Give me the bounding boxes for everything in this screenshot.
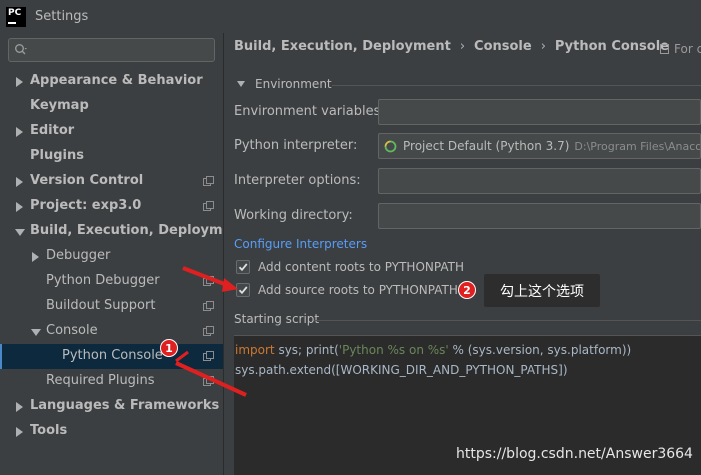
breadcrumb: Build, Execution, Deployment › Console › Pyt…: [234, 39, 669, 54]
section-divider: [332, 85, 701, 86]
sidebar-item-build-execution-deployment[interactable]: Build, Execution, Deployment: [0, 219, 247, 244]
checkmark-icon: [238, 286, 248, 295]
add-source-roots-row[interactable]: Add source roots to PYTHONPATH: [236, 281, 458, 299]
add-source-roots-label: Add source roots to PYTHONPATH: [258, 283, 458, 297]
breadcrumb-item: Build, Execution, Deployment: [234, 39, 451, 54]
sidebar-item-label: Project: exp3.0: [30, 198, 142, 213]
env-vars-label: Environment variables:: [234, 104, 385, 119]
breadcrumb-separator: ›: [459, 39, 466, 54]
expand-arrow-icon[interactable]: [16, 427, 23, 437]
add-content-roots-checkbox[interactable]: [236, 260, 250, 274]
sidebar-item-label: Version Control: [30, 173, 144, 188]
sidebar-item-tools[interactable]: Tools: [0, 419, 223, 444]
breadcrumb-item: Console: [474, 39, 532, 54]
for-current-project-label: For c: [660, 42, 701, 56]
environment-section-title: Environment: [255, 77, 332, 91]
sidebar-item-label: Console: [46, 323, 98, 338]
sidebar-item-python-console[interactable]: Python Console: [0, 344, 223, 369]
add-source-roots-checkbox[interactable]: [236, 283, 250, 297]
search-input[interactable]: [33, 41, 208, 59]
sidebar-item-version-control[interactable]: Version Control: [0, 169, 223, 194]
project-settings-icon: [203, 276, 214, 286]
sidebar-item-project[interactable]: Project: exp3.0: [0, 194, 223, 219]
interpreter-options-label: Interpreter options:: [234, 173, 361, 188]
sidebar-item-label: Python Debugger: [46, 273, 160, 288]
annotation-badge-2: 2: [458, 281, 476, 299]
configure-interpreters-link[interactable]: Configure Interpreters: [234, 237, 367, 251]
search-box[interactable]: [8, 38, 215, 62]
sidebar-item-label: Debugger: [46, 248, 111, 263]
interpreter-select[interactable]: Project Default (Python 3.7) D:\Program …: [378, 133, 701, 159]
script-line: sys.path.extend([WORKING_DIR_AND_PYTHON_…: [235, 363, 568, 377]
sidebar-item-label: Languages & Frameworks: [30, 398, 220, 413]
script-line: import sys; print('Python %s on %s' % (s…: [235, 343, 632, 357]
collapse-arrow-icon[interactable]: [237, 81, 245, 87]
project-settings-icon: [203, 201, 214, 211]
interpreter-label: Python interpreter:: [234, 138, 358, 153]
project-settings-icon: [203, 376, 214, 386]
breadcrumb-separator: ›: [540, 39, 546, 54]
sidebar-item-appearance-behavior[interactable]: Appearance & Behavior: [0, 69, 223, 94]
sidebar-item-label: Required Plugins: [46, 373, 155, 388]
sidebar-item-keymap[interactable]: Keymap: [0, 94, 223, 119]
breadcrumb-item: Python Console: [554, 39, 669, 54]
sidebar-item-languages-frameworks[interactable]: Languages & Frameworks: [0, 394, 223, 419]
project-settings-icon: [203, 326, 214, 336]
search-icon: [15, 44, 27, 55]
section-divider: [314, 320, 701, 321]
settings-content: Build, Execution, Deployment › Console › Pyt…: [224, 33, 701, 475]
sidebar-item-label: Tools: [30, 423, 68, 438]
sidebar-item-python-debugger[interactable]: Python Debugger: [0, 269, 223, 294]
interpreter-options-field[interactable]: [378, 168, 701, 194]
sidebar-item-label: Build, Execution, Deployment: [30, 223, 247, 238]
annotation-tooltip: 勾上这个选项: [484, 274, 600, 307]
sidebar-item-plugins[interactable]: Plugins: [0, 144, 223, 169]
expand-arrow-icon[interactable]: [16, 177, 23, 187]
checkmark-icon: [238, 263, 248, 272]
env-vars-field[interactable]: [378, 99, 701, 125]
expand-arrow-icon[interactable]: [16, 402, 23, 412]
sidebar-item-label: Editor: [30, 123, 75, 138]
expand-arrow-icon[interactable]: [16, 77, 23, 87]
starting-script-section-title: Starting script: [234, 312, 320, 326]
sidebar-item-label: Plugins: [30, 148, 84, 163]
watermark: https://blog.csdn.net/Answer3664: [456, 446, 693, 462]
annotation-badge-1: 1: [160, 339, 178, 357]
loading-spinner-icon: [384, 140, 397, 152]
project-settings-icon: [660, 44, 669, 54]
settings-sidebar: Appearance & Behavior Keymap Editor Plug…: [0, 33, 247, 475]
collapse-arrow-icon[interactable]: [15, 229, 25, 236]
sidebar-item-debugger[interactable]: Debugger: [0, 244, 223, 269]
collapse-arrow-icon[interactable]: [31, 329, 41, 336]
title-bar: PC Settings: [0, 0, 701, 33]
interpreter-name: Project Default (Python 3.7): [403, 139, 570, 153]
sidebar-item-label: Python Console: [62, 348, 163, 363]
project-settings-icon: [203, 301, 214, 311]
sidebar-item-label: Keymap: [30, 98, 89, 113]
expand-arrow-icon[interactable]: [16, 202, 23, 212]
working-directory-field[interactable]: [378, 203, 701, 229]
sidebar-item-label: Buildout Support: [46, 298, 156, 313]
interpreter-path: D:\Program Files\Anacond: [574, 139, 701, 153]
window-title: Settings: [35, 9, 89, 24]
expand-arrow-icon[interactable]: [32, 252, 39, 262]
add-content-roots-row[interactable]: Add content roots to PYTHONPATH: [236, 258, 464, 276]
sidebar-item-label: Appearance & Behavior: [30, 73, 203, 88]
working-directory-label: Working directory:: [234, 208, 353, 223]
sidebar-item-editor[interactable]: Editor: [0, 119, 223, 144]
add-content-roots-label: Add content roots to PYTHONPATH: [258, 260, 464, 274]
sidebar-item-required-plugins[interactable]: Required Plugins: [0, 369, 223, 394]
pycharm-logo-icon: PC: [6, 6, 26, 27]
project-settings-icon: [203, 351, 214, 361]
project-settings-icon: [203, 176, 214, 186]
expand-arrow-icon[interactable]: [16, 127, 23, 137]
sidebar-item-console[interactable]: Console: [0, 319, 223, 344]
sidebar-item-buildout-support[interactable]: Buildout Support: [0, 294, 223, 319]
